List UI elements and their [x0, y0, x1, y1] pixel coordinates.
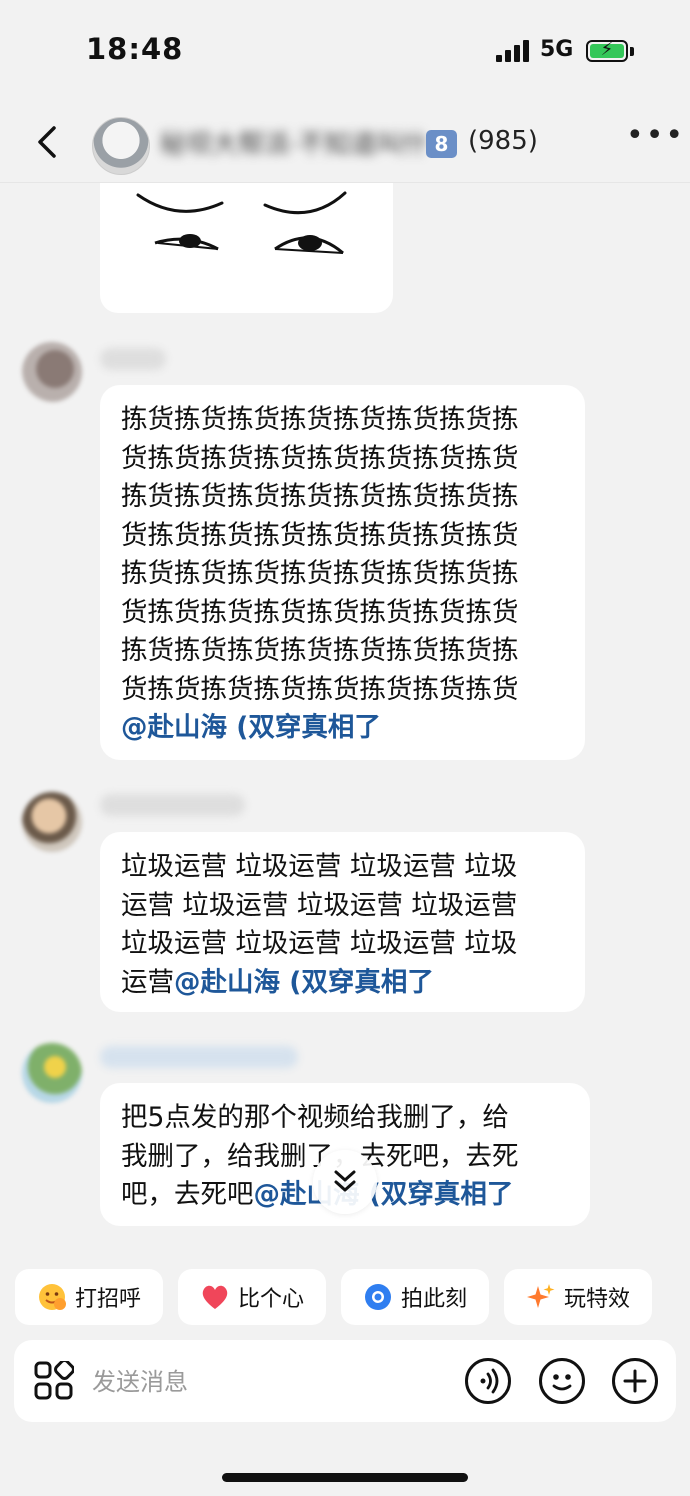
message-line: 运营 [121, 966, 174, 998]
message-line: 拣货拣货拣货拣货拣货拣货拣货拣 [121, 558, 519, 589]
apps-grid-icon[interactable] [34, 1359, 75, 1401]
member-count[interactable]: (985) [468, 126, 538, 156]
message-line: 货拣货拣货拣货拣货拣货拣货拣货 [121, 519, 519, 551]
signal-icon [496, 40, 530, 62]
message-line: 运营 垃圾运营 垃圾运营 垃圾运营 [121, 889, 518, 921]
sticker-face-drawing [136, 191, 347, 255]
message-line: 垃圾运营 垃圾运营 垃圾运营 垃圾 [121, 851, 518, 882]
quick-action-effects[interactable]: 玩特效 [504, 1269, 652, 1325]
quick-action-label: 玩特效 [563, 1287, 630, 1312]
message-line: 吧，去死吧 [121, 1179, 254, 1210]
back-arrow-icon[interactable] [28, 122, 68, 162]
message-line: 货拣货拣货拣货拣货拣货拣货拣货 [121, 596, 519, 628]
message-bubble[interactable]: 拣货拣货拣货拣货拣货拣货拣货拣 货拣货拣货拣货拣货拣货拣货拣货 拣货拣货拣货拣货… [100, 385, 585, 760]
message-line: 拣货拣货拣货拣货拣货拣货拣货拣 [121, 481, 519, 512]
wave-emoji-icon [37, 1282, 67, 1312]
mention-link[interactable]: @赴山海 (双穿真相了 [254, 1179, 514, 1210]
quick-action-label: 拍此刻 [400, 1287, 467, 1312]
scroll-to-bottom-button[interactable] [313, 1150, 377, 1214]
message-line: 货拣货拣货拣货拣货拣货拣货拣货 [121, 673, 519, 705]
double-chevron-down-icon [334, 1170, 356, 1192]
heart-icon [200, 1282, 230, 1312]
sticker-message[interactable] [100, 183, 393, 313]
message-line: 拣货拣货拣货拣货拣货拣货拣货拣 [121, 404, 519, 435]
emoji-icon[interactable] [539, 1358, 585, 1404]
sender-nickname [100, 794, 245, 816]
sparkle-icon [526, 1282, 556, 1312]
quick-action-label: 比个心 [237, 1287, 304, 1312]
quick-action-heart[interactable]: 比个心 [178, 1269, 326, 1325]
sender-nickname [100, 1046, 298, 1068]
voice-input-icon[interactable] [465, 1358, 511, 1404]
group-avatar[interactable] [92, 117, 150, 175]
message-line: 把5点发的那个视频给我删了，给 [121, 1102, 509, 1133]
message-line: 货拣货拣货拣货拣货拣货拣货拣货 [121, 442, 519, 474]
sender-avatar[interactable] [22, 1043, 82, 1103]
status-time: 18:48 [86, 32, 184, 66]
message-bubble[interactable]: 垃圾运营 垃圾运营 垃圾运营 垃圾 运营 垃圾运营 垃圾运营 垃圾运营 垃圾运营… [100, 832, 585, 1012]
quick-action-greet[interactable]: 打招呼 [15, 1269, 163, 1325]
sender-avatar[interactable] [22, 792, 82, 852]
home-indicator[interactable] [222, 1473, 468, 1482]
message-input[interactable] [92, 1362, 392, 1402]
battery-cap [630, 47, 634, 56]
sender-nickname [100, 348, 166, 370]
quick-action-snap[interactable]: 拍此刻 [341, 1269, 489, 1325]
sender-avatar[interactable] [22, 342, 82, 402]
camera-icon [363, 1282, 393, 1312]
level-badge: 8 [426, 130, 457, 158]
more-options-icon[interactable]: ••• [626, 118, 685, 153]
add-plus-icon[interactable] [612, 1358, 658, 1404]
message-line: 拣货拣货拣货拣货拣货拣货拣货拣 [121, 635, 519, 666]
group-name[interactable]: 秘坝大帮派·不知道叫什么好 [160, 124, 428, 162]
network-type: 5G [540, 37, 574, 62]
mention-link[interactable]: @赴山海 (双穿真相了 [174, 967, 434, 998]
message-line: 垃圾运营 垃圾运营 垃圾运营 垃圾 [121, 928, 518, 959]
battery-icon: ⚡ [586, 39, 628, 62]
quick-action-label: 打招呼 [74, 1287, 141, 1312]
mention-link[interactable]: @赴山海 (双穿真相了 [121, 709, 565, 748]
